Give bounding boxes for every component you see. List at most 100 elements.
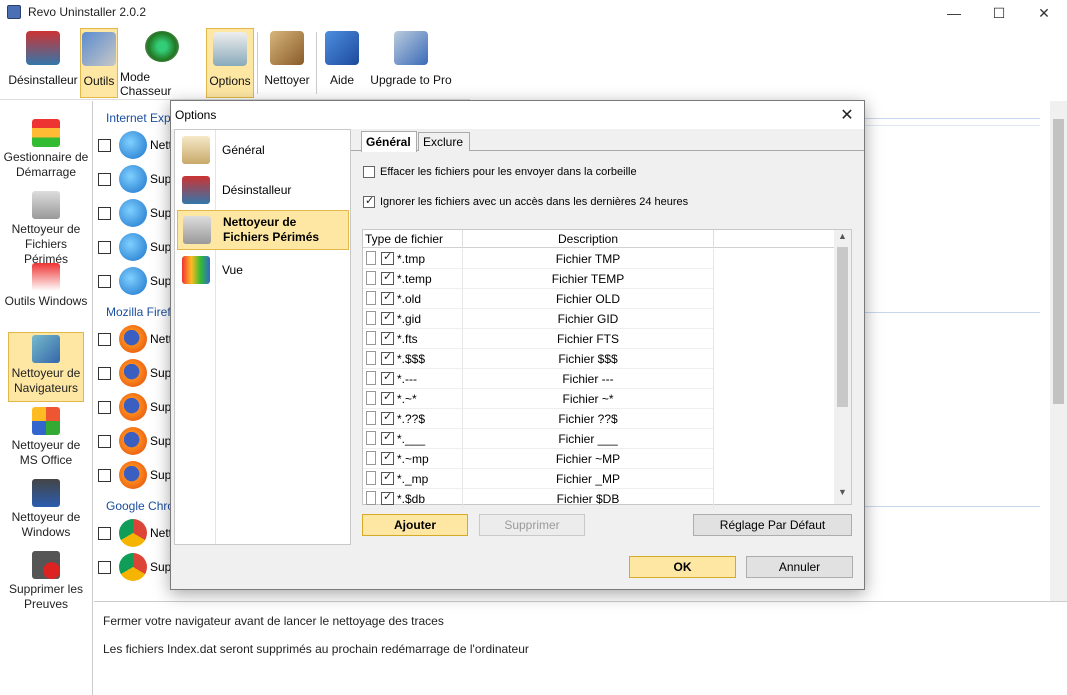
list-item[interactable]: Nett <box>98 518 172 548</box>
upgrade-icon <box>394 31 428 65</box>
nav-item-office-cleaner[interactable]: Nettoyeur de MS Office <box>2 407 90 468</box>
list-item[interactable]: Supp <box>98 358 178 388</box>
checkbox[interactable] <box>363 194 375 208</box>
list-item[interactable]: Supp <box>98 426 178 456</box>
tab-general[interactable]: Général <box>361 131 417 152</box>
table-row[interactable]: *.~* Fichier ~* <box>363 389 835 409</box>
option-recycle-bin[interactable]: Effacer les fichiers pour les envoyer da… <box>363 166 637 178</box>
checkbox[interactable] <box>381 250 394 265</box>
toolbar-clean-button[interactable]: Nettoyer <box>260 28 314 98</box>
file-icon <box>366 291 376 305</box>
column-header-type[interactable]: Type de fichier <box>365 232 443 246</box>
checkbox[interactable] <box>98 434 111 448</box>
list-item[interactable]: Nett <box>98 130 172 160</box>
toolbar-help-button[interactable]: Aide <box>320 28 364 98</box>
checkbox[interactable] <box>381 270 394 285</box>
list-item[interactable]: Supp <box>98 392 178 422</box>
scrollbar-thumb[interactable] <box>837 247 848 407</box>
ok-button[interactable]: OK <box>629 556 736 578</box>
reset-default-button[interactable]: Réglage Par Défaut <box>693 514 852 536</box>
tab-exclude[interactable]: Exclure <box>418 132 470 151</box>
checkbox[interactable] <box>98 172 111 186</box>
checkbox[interactable] <box>381 370 394 385</box>
checkbox[interactable] <box>381 330 394 345</box>
table-row[interactable]: *.$$$ Fichier $$$ <box>363 349 835 369</box>
column-separator <box>713 449 714 469</box>
main-scrollbar[interactable] <box>1050 101 1067 601</box>
cancel-button[interactable]: Annuler <box>746 556 853 578</box>
checkbox[interactable] <box>381 490 394 505</box>
table-row[interactable]: *.$db Fichier $DB <box>363 489 835 509</box>
add-button[interactable]: Ajouter <box>362 514 468 536</box>
checkbox[interactable] <box>381 310 394 325</box>
scrollbar-thumb[interactable] <box>1053 119 1064 404</box>
checkbox[interactable] <box>98 206 111 220</box>
maximize-button[interactable]: ☐ <box>976 0 1022 26</box>
nav-item-browser-cleaner[interactable]: Nettoyeur de Navigateurs <box>8 332 84 402</box>
nav-item-windows-tools[interactable]: Outils Windows <box>2 263 90 309</box>
table-row[interactable]: *._mp Fichier _MP <box>363 469 835 489</box>
table-row[interactable]: *.tmp Fichier TMP <box>363 249 835 269</box>
checkbox[interactable] <box>381 290 394 305</box>
list-item[interactable]: Supp <box>98 164 178 194</box>
table-scrollbar[interactable]: ▲ ▼ <box>834 230 851 504</box>
toolbar-uninstaller-button[interactable]: Désinstalleur <box>6 28 80 98</box>
checkbox[interactable] <box>381 430 394 445</box>
checkbox[interactable] <box>381 390 394 405</box>
column-separator <box>713 289 714 309</box>
column-separator <box>713 369 714 389</box>
nav-item-windows-cleaner[interactable]: Nettoyeur de Windows <box>2 479 90 540</box>
list-item[interactable]: Supp <box>98 266 178 296</box>
checkbox[interactable] <box>381 450 394 465</box>
checkbox[interactable] <box>381 350 394 365</box>
nav-item-startup-manager[interactable]: Gestionnaire de Démarrage <box>2 119 90 180</box>
checkbox[interactable] <box>363 166 375 178</box>
checkbox[interactable] <box>98 560 111 574</box>
column-separator <box>713 429 714 449</box>
scroll-up-arrow[interactable]: ▲ <box>834 231 851 247</box>
checkbox[interactable] <box>98 468 111 482</box>
option-ignore-recent[interactable]: Ignorer les fichiers avec un accès dans … <box>363 194 688 208</box>
toolbar-hunter-mode-button[interactable]: Mode Chasseur <box>120 28 204 98</box>
nav-item-junk-files[interactable]: Nettoyeur de Fichiers Périmés <box>2 191 90 267</box>
dialog-nav-uninstaller[interactable]: Désinstalleur <box>177 170 349 210</box>
checkbox[interactable] <box>98 138 111 152</box>
list-item[interactable]: Supp <box>98 232 178 262</box>
list-item[interactable]: Supp <box>98 198 178 228</box>
traffic-light-icon <box>32 119 60 147</box>
checkbox[interactable] <box>98 240 111 254</box>
table-row[interactable]: *.fts Fichier FTS <box>363 329 835 349</box>
checkbox[interactable] <box>98 366 111 380</box>
checkbox[interactable] <box>98 274 111 288</box>
table-row[interactable]: *.old Fichier OLD <box>363 289 835 309</box>
checkbox[interactable] <box>381 470 394 485</box>
toolbar-upgrade-button[interactable]: Upgrade to Pro <box>366 28 456 98</box>
list-item[interactable]: Supp <box>98 460 178 490</box>
table-row[interactable]: *.___ Fichier ___ <box>363 429 835 449</box>
toolbar-tools-button[interactable]: Outils <box>80 28 118 98</box>
dialog-nav-junk-files[interactable]: Nettoyeur de Fichiers Périmés <box>177 210 349 250</box>
dialog-close-button[interactable]: ✕ <box>836 104 858 126</box>
list-item-label: Nett <box>150 526 173 540</box>
table-row[interactable]: *.gid Fichier GID <box>363 309 835 329</box>
dialog-nav-general[interactable]: Général <box>177 130 349 170</box>
list-item[interactable]: Supp <box>98 552 178 582</box>
scroll-down-arrow[interactable]: ▼ <box>834 487 851 503</box>
nav-item-label: Nettoyeur de MS Office <box>11 438 81 467</box>
table-row[interactable]: *.--- Fichier --- <box>363 369 835 389</box>
remove-button[interactable]: Supprimer <box>479 514 585 536</box>
list-item[interactable]: Nett <box>98 324 172 354</box>
dialog-nav-view[interactable]: Vue <box>177 250 349 290</box>
toolbar-options-button[interactable]: Options <box>206 28 254 98</box>
table-row[interactable]: *.??$ Fichier ??$ <box>363 409 835 429</box>
checkbox[interactable] <box>381 410 394 425</box>
nav-item-evidence-remover[interactable]: Supprimer les Preuves <box>2 551 90 612</box>
checkbox[interactable] <box>98 526 111 540</box>
table-row[interactable]: *.~mp Fichier ~MP <box>363 449 835 469</box>
close-button[interactable]: ✕ <box>1021 0 1067 26</box>
checkbox[interactable] <box>98 400 111 414</box>
checkbox[interactable] <box>98 332 111 346</box>
table-row[interactable]: *.temp Fichier TEMP <box>363 269 835 289</box>
column-header-description[interactable]: Description <box>558 232 618 246</box>
minimize-button[interactable]: — <box>931 0 977 26</box>
